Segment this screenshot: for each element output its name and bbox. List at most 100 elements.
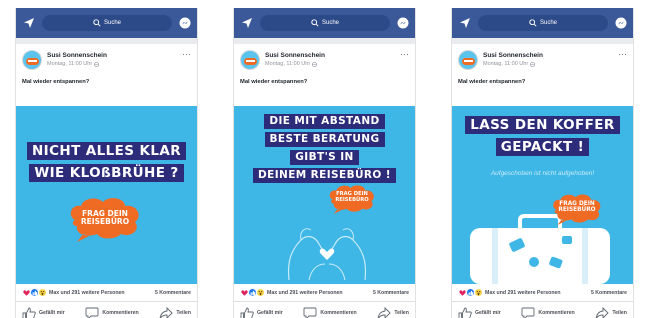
more-icon[interactable]: ···	[400, 50, 409, 59]
post-time[interactable]: Montag, 11:00 Uhr	[483, 60, 528, 68]
ad-image[interactable]: DIE MIT ABSTAND BESTE BERATUNG GIBT'S IN…	[234, 106, 415, 284]
speech-cloud: FRAG DEIN REISEBÜRO	[548, 193, 606, 225]
wow-reaction-icon	[474, 288, 483, 297]
comment-button[interactable]: Kommentieren	[521, 307, 575, 318]
speech-cloud: FRAG DEIN REISEBÜRO	[65, 196, 145, 242]
post-caption: Mal wieder entspannen?	[458, 79, 526, 85]
avatar[interactable]	[458, 50, 478, 70]
comment-icon	[85, 307, 99, 318]
like-button[interactable]: Gefällt mir	[22, 307, 65, 318]
search-input[interactable]: Suche	[260, 15, 390, 31]
search-icon	[311, 19, 319, 27]
post-time[interactable]: Montag, 11:00 Uhr	[47, 60, 92, 68]
reaction-names: Max und 291 weitere Personen	[267, 289, 343, 296]
reaction-summary[interactable]: Max und 291 weitere Personen 5 Kommentar…	[234, 284, 415, 302]
globe-icon	[530, 61, 536, 67]
headline-line: LASS DEN KOFFER	[465, 116, 620, 135]
like-label: Gefällt mir	[475, 310, 501, 316]
more-icon[interactable]: ···	[182, 50, 191, 59]
phone-mockup-3: Suche Susi Sonnenschein Montag, 11:00 Uh…	[451, 8, 634, 318]
share-label: Teilen	[612, 310, 627, 316]
post-actions: Gefällt mir Kommentieren Teilen	[16, 302, 197, 318]
ad-headline: NICHT ALLES KLAR WIE KLOßBRÜHE ?	[16, 142, 197, 183]
cloud-line: REISEBÜRO	[558, 207, 596, 214]
messenger-icon[interactable]	[178, 17, 191, 30]
comment-icon	[303, 307, 317, 318]
post-author[interactable]: Susi Sonnenschein	[47, 52, 107, 60]
share-icon	[377, 306, 392, 318]
search-input[interactable]: Suche	[42, 15, 172, 31]
comment-label: Kommentieren	[320, 310, 357, 316]
messenger-icon[interactable]	[396, 17, 409, 30]
cloud-line: REISEBÜRO	[335, 196, 369, 203]
ad-image[interactable]: LASS DEN KOFFER GEPACKT ! Aufgeschoben i…	[452, 106, 633, 284]
avatar[interactable]	[240, 50, 260, 70]
post-actions: Gefällt mir Kommentieren Teilen	[452, 302, 633, 318]
share-label: Teilen	[394, 310, 409, 316]
headline-line: DIE MIT ABSTAND	[264, 114, 385, 130]
like-button[interactable]: Gefällt mir	[240, 307, 283, 318]
more-icon[interactable]: ···	[618, 50, 627, 59]
share-button[interactable]: Teilen	[377, 306, 409, 318]
globe-icon	[312, 61, 318, 67]
ad-image[interactable]: NICHT ALLES KLAR WIE KLOßBRÜHE ? FRAG DE…	[16, 106, 197, 284]
ad-headline: LASS DEN KOFFER GEPACKT !	[452, 116, 633, 157]
comment-button[interactable]: Kommentieren	[85, 307, 139, 318]
headline-line: NICHT ALLES KLAR	[26, 142, 187, 161]
comment-count[interactable]: 5 Kommentare	[155, 290, 191, 296]
reaction-summary[interactable]: Max und 291 weitere Personen 5 Kommentar…	[452, 284, 633, 302]
headline-line: GIBT'S IN	[290, 150, 359, 166]
post-author[interactable]: Susi Sonnenschein	[483, 52, 543, 60]
comment-label: Kommentieren	[538, 310, 575, 316]
like-icon	[22, 307, 36, 318]
share-label: Teilen	[176, 310, 191, 316]
phone-mockup-2: Suche Susi Sonnenschein Montag, 11:00 Uh…	[233, 8, 416, 318]
reaction-summary[interactable]: Max und 291 weitere Personen 5 Kommentar…	[16, 284, 197, 302]
post-time[interactable]: Montag, 11:00 Uhr	[265, 60, 310, 68]
reaction-names: Max und 291 weitere Personen	[485, 289, 561, 296]
post-actions: Gefällt mir Kommentieren Teilen	[234, 302, 415, 318]
comment-button[interactable]: Kommentieren	[303, 307, 357, 318]
ad-subline: Aufgeschoben ist nicht aufgehoben!	[490, 170, 595, 177]
cloud-line: REISEBÜRO	[80, 217, 130, 227]
comment-icon	[521, 307, 535, 318]
search-icon	[93, 19, 101, 27]
search-placeholder: Suche	[103, 20, 121, 26]
messenger-icon[interactable]	[614, 17, 627, 30]
comment-label: Kommentieren	[102, 310, 139, 316]
facebook-topbar: Suche	[452, 8, 633, 38]
share-icon	[595, 306, 610, 318]
comment-count[interactable]: 5 Kommentare	[373, 290, 409, 296]
like-button[interactable]: Gefällt mir	[458, 307, 501, 318]
share-icon	[159, 306, 174, 318]
post-header: Susi Sonnenschein Montag, 11:00 Uhr ···	[452, 44, 633, 78]
search-input[interactable]: Suche	[478, 15, 608, 31]
comment-count[interactable]: 5 Kommentare	[591, 290, 627, 296]
headline-line: GEPACKT !	[495, 138, 590, 157]
wow-reaction-icon	[256, 288, 265, 297]
phone-mockup-1: Suche Susi Sonnenschein Montag, 11:00 Uh…	[15, 8, 198, 318]
heart-hands-illustration	[287, 228, 367, 280]
send-icon[interactable]	[458, 16, 472, 30]
reaction-names: Max und 291 weitere Personen	[49, 289, 125, 296]
headline-line: WIE KLOßBRÜHE ?	[29, 164, 184, 183]
like-label: Gefällt mir	[39, 310, 65, 316]
post-caption: Mal wieder entspannen?	[240, 79, 308, 85]
share-button[interactable]: Teilen	[595, 306, 627, 318]
facebook-topbar: Suche	[234, 8, 415, 38]
post-header: Susi Sonnenschein Montag, 11:00 Uhr ···	[234, 44, 415, 78]
wow-reaction-icon	[38, 288, 47, 297]
facebook-topbar: Suche	[16, 8, 197, 38]
post-caption: Mal wieder entspannen?	[22, 79, 90, 85]
globe-icon	[94, 61, 100, 67]
headline-line: DEINEM REISEBÜRO !	[253, 168, 396, 184]
share-button[interactable]: Teilen	[159, 306, 191, 318]
post-author[interactable]: Susi Sonnenschein	[265, 52, 325, 60]
like-label: Gefällt mir	[257, 310, 283, 316]
avatar[interactable]	[22, 50, 42, 70]
send-icon[interactable]	[22, 16, 36, 30]
search-icon	[529, 19, 537, 27]
post-header: Susi Sonnenschein Montag, 11:00 Uhr ···	[16, 44, 197, 78]
send-icon[interactable]	[240, 16, 254, 30]
search-placeholder: Suche	[539, 20, 557, 26]
